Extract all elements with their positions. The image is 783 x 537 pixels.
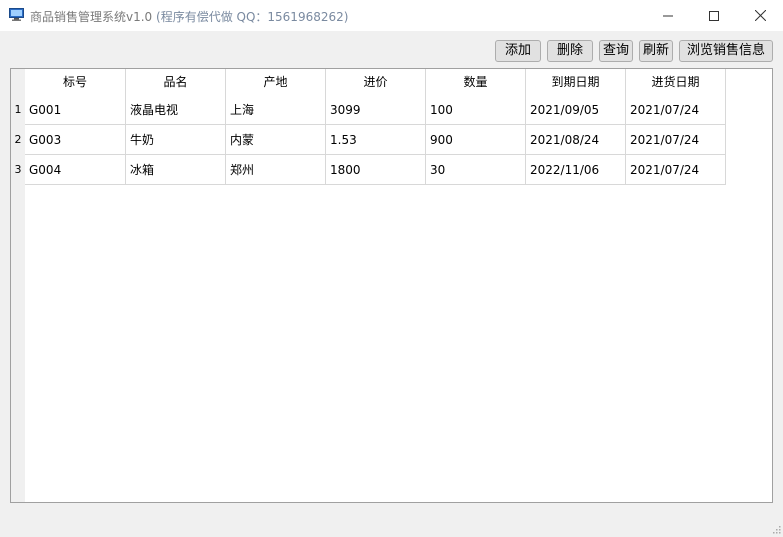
table-cell[interactable]: 冰箱 <box>126 155 226 185</box>
browse-sales-button[interactable]: 浏览销售信息 <box>679 40 773 62</box>
table-cell[interactable]: 2021/09/05 <box>526 95 626 125</box>
table-cell[interactable]: 液晶电视 <box>126 95 226 125</box>
table-cell[interactable]: 2021/07/24 <box>626 125 726 155</box>
row-header[interactable]: 3 <box>11 155 25 185</box>
table-cell[interactable]: 1800 <box>326 155 426 185</box>
table-cell[interactable]: 1.53 <box>326 125 426 155</box>
minimize-button[interactable] <box>645 0 691 31</box>
table-cell[interactable]: 2021/07/24 <box>626 95 726 125</box>
table-cell[interactable]: 2021/08/24 <box>526 125 626 155</box>
delete-button[interactable]: 删除 <box>547 40 593 62</box>
add-button[interactable]: 添加 <box>495 40 541 62</box>
table-cell[interactable]: 900 <box>426 125 526 155</box>
main-window: 商品销售管理系统v1.0 (程序有偿代做 QQ：1561968262) 添加 删… <box>0 0 783 535</box>
close-button[interactable] <box>737 0 783 31</box>
table-cell[interactable]: 3099 <box>326 95 426 125</box>
table-cell[interactable]: 上海 <box>226 95 326 125</box>
column-header-expiry-date[interactable]: 到期日期 <box>526 69 626 95</box>
table-cell[interactable]: 30 <box>426 155 526 185</box>
table-cell[interactable]: 牛奶 <box>126 125 226 155</box>
table-cell[interactable]: 内蒙 <box>226 125 326 155</box>
table-cell[interactable]: 2021/07/24 <box>626 155 726 185</box>
query-button[interactable]: 查询 <box>599 40 633 62</box>
row-header[interactable]: 1 <box>11 95 25 125</box>
column-header-price[interactable]: 进价 <box>326 69 426 95</box>
table-cell[interactable]: G004 <box>25 155 126 185</box>
table-cell[interactable]: G001 <box>25 95 126 125</box>
table-cell[interactable]: 100 <box>426 95 526 125</box>
column-header-id[interactable]: 标号 <box>25 69 126 95</box>
table-cell[interactable]: G003 <box>25 125 126 155</box>
row-header[interactable]: 2 <box>11 125 25 155</box>
maximize-icon <box>709 10 719 21</box>
table-cell[interactable]: 郑州 <box>226 155 326 185</box>
window-title-suffix: (程序有偿代做 QQ：1561968262) <box>156 10 349 24</box>
resize-grip-icon[interactable] <box>771 523 781 534</box>
table-corner[interactable] <box>11 69 25 95</box>
title-bar[interactable]: 商品销售管理系统v1.0 (程序有偿代做 QQ：1561968262) <box>0 0 783 31</box>
table-cell[interactable]: 2022/11/06 <box>526 155 626 185</box>
column-header-name[interactable]: 品名 <box>126 69 226 95</box>
window-title-name: 商品销售管理系统v1.0 <box>30 10 153 24</box>
goods-table[interactable]: 标号 品名 产地 进价 数量 到期日期 进货日期 1 G001 液晶电视 上海 … <box>10 68 773 503</box>
refresh-button[interactable]: 刷新 <box>639 40 673 62</box>
monitor-icon <box>9 8 24 21</box>
column-header-origin[interactable]: 产地 <box>226 69 326 95</box>
column-header-quantity[interactable]: 数量 <box>426 69 526 95</box>
column-header-purchase-date[interactable]: 进货日期 <box>626 69 726 95</box>
minimize-icon <box>663 15 673 16</box>
maximize-button[interactable] <box>691 0 737 31</box>
window-title: 商品销售管理系统v1.0 (程序有偿代做 QQ：1561968262) <box>30 8 348 25</box>
close-icon <box>754 10 766 21</box>
